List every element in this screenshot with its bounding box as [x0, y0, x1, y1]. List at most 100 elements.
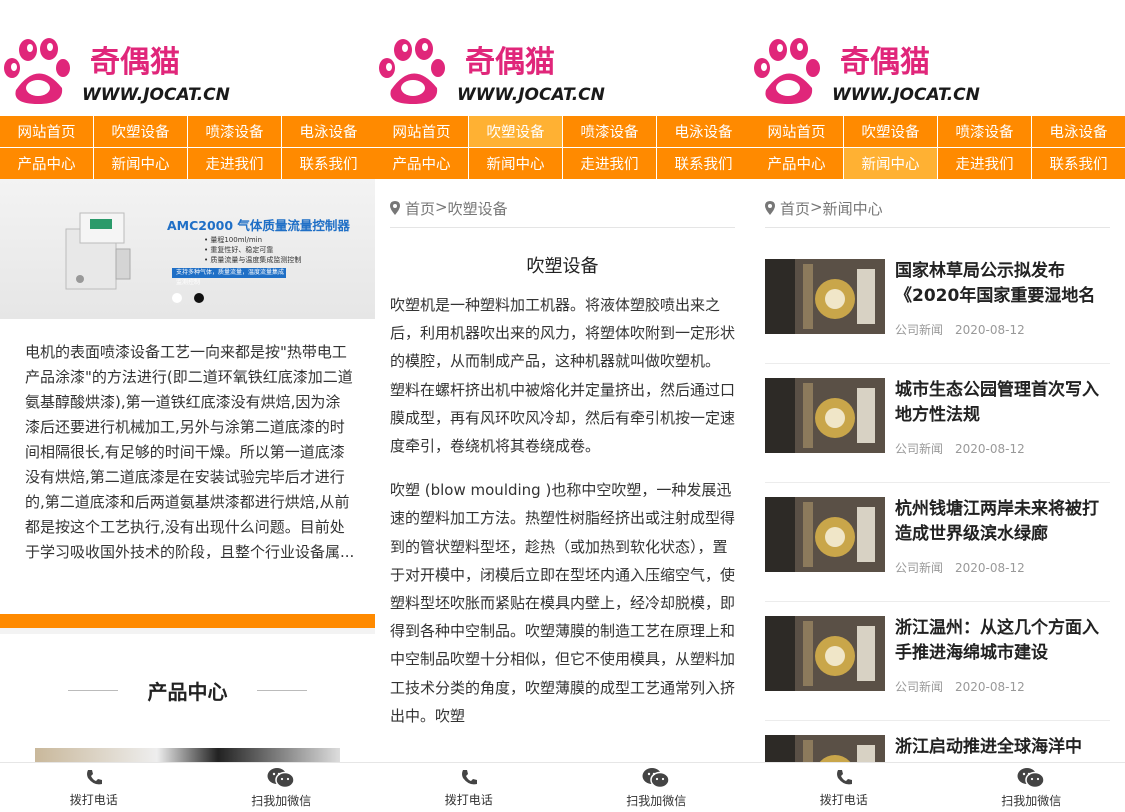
- site-logo[interactable]: 奇偶猫 WWW.JOCAT.CN: [750, 30, 980, 110]
- logo-brand-text: 奇偶猫: [840, 45, 930, 80]
- call-button[interactable]: 拨打电话: [375, 763, 563, 812]
- wechat-icon: [642, 767, 670, 788]
- nav-news[interactable]: 新闻中心: [469, 148, 562, 179]
- news-meta: 公司新闻 2020-08-12: [895, 678, 1037, 695]
- article-page-panel: 奇偶猫 WWW.JOCAT.CN 网站首页 吹塑设备 喷漆设备 电泳设备 产品中…: [375, 0, 750, 812]
- nav-products[interactable]: 产品中心: [750, 148, 843, 179]
- nav-spray[interactable]: 喷漆设备: [188, 116, 281, 147]
- news-meta: 公司新闻 2020-08-12: [895, 321, 1037, 338]
- news-date: 2020-08-12: [955, 561, 1025, 575]
- article-body: 吹塑机是一种塑料加工机器。将液体塑胶喷出来之后，利用机器吹出来的风力，将塑体吹附…: [390, 291, 735, 746]
- phone-icon: [461, 769, 477, 784]
- nav-home[interactable]: 网站首页: [0, 116, 93, 147]
- product-thumbnail[interactable]: [35, 748, 340, 762]
- wechat-button[interactable]: 扫我加微信: [563, 763, 751, 812]
- banner-tag: 支持多种气体，质量流量，温度流量集成监测控制: [172, 268, 286, 286]
- nav-news[interactable]: 新闻中心: [94, 148, 187, 179]
- breadcrumb: 首页 > 吹塑设备: [390, 198, 735, 228]
- news-thumbnail: [765, 378, 885, 453]
- nav-spray[interactable]: 喷漆设备: [938, 116, 1031, 147]
- main-nav: 网站首页 吹塑设备 喷漆设备 电泳设备 产品中心 新闻中心 走进我们 联系我们: [0, 116, 375, 179]
- title-rule-right: [257, 690, 307, 691]
- call-button[interactable]: 拨打电话: [750, 763, 938, 812]
- breadcrumb-current[interactable]: 新闻中心: [823, 198, 883, 219]
- nav-news[interactable]: 新闻中心: [844, 148, 937, 179]
- news-item[interactable]: 浙江温州：从这几个方面入手推进海绵城市建设 公司新闻 2020-08-12: [765, 602, 1110, 721]
- site-logo[interactable]: 奇偶猫 WWW.JOCAT.CN: [0, 30, 230, 110]
- news-item[interactable]: 城市生态公园管理首次写入地方性法规 公司新闻 2020-08-12: [765, 364, 1110, 483]
- nav-blow-molding[interactable]: 吹塑设备: [844, 116, 937, 147]
- news-title: 国家林草局公示拟发布《2020年国家重要湿地名录》: [895, 261, 1096, 306]
- banner-bullet: • 重复性好、稳定可靠: [204, 246, 274, 254]
- news-list: 国家林草局公示拟发布《2020年国家重要湿地名录》 公司新闻 2020-08-12…: [765, 245, 1110, 812]
- bottom-bar: 拨打电话 扫我加微信: [375, 762, 750, 812]
- nav-electrophoresis[interactable]: 电泳设备: [282, 116, 375, 147]
- location-pin-icon: [765, 201, 775, 215]
- carousel-dot-2[interactable]: [194, 293, 204, 303]
- logo-brand-text: 奇偶猫: [90, 45, 180, 80]
- nav-about[interactable]: 走进我们: [188, 148, 281, 179]
- news-date: 2020-08-12: [955, 680, 1025, 694]
- nav-home[interactable]: 网站首页: [375, 116, 468, 147]
- nav-products[interactable]: 产品中心: [375, 148, 468, 179]
- bottom-bar: 拨打电话 扫我加微信: [0, 762, 375, 812]
- nav-electrophoresis[interactable]: 电泳设备: [1032, 116, 1125, 147]
- news-thumbnail: [765, 497, 885, 572]
- call-label: 拨打电话: [444, 792, 493, 807]
- logo-url-text: WWW.JOCAT.CN: [457, 85, 605, 105]
- location-pin-icon: [390, 201, 400, 215]
- paw-icon: [4, 38, 70, 104]
- article-title: 吹塑设备: [526, 256, 599, 277]
- main-nav: 网站首页 吹塑设备 喷漆设备 电泳设备 产品中心 新闻中心 走进我们 联系我们: [375, 116, 750, 179]
- carousel-dot-1[interactable]: [172, 293, 182, 303]
- news-thumbnail: [765, 259, 885, 334]
- nav-about[interactable]: 走进我们: [938, 148, 1031, 179]
- nav-home[interactable]: 网站首页: [750, 116, 843, 147]
- wechat-button[interactable]: 扫我加微信: [188, 763, 376, 812]
- news-meta: 公司新闻 2020-08-12: [895, 440, 1037, 457]
- breadcrumb-separator: >: [810, 198, 823, 216]
- hero-banner[interactable]: AMC2000 气体质量流量控制器 • 量程100ml/min • 重复性好、稳…: [0, 179, 375, 319]
- nav-contact[interactable]: 联系我们: [1032, 148, 1125, 179]
- wechat-button[interactable]: 扫我加微信: [938, 763, 1125, 812]
- phone-icon: [86, 769, 102, 784]
- news-page-panel: 奇偶猫 WWW.JOCAT.CN 网站首页 吹塑设备 喷漆设备 电泳设备 产品中…: [750, 0, 1125, 812]
- paw-icon: [754, 38, 820, 104]
- news-title: 杭州钱塘江两岸未来将被打造成世界级滨水绿廊: [895, 499, 1099, 544]
- nav-blow-molding[interactable]: 吹塑设备: [469, 116, 562, 147]
- logo-brand-text: 奇偶猫: [465, 45, 555, 80]
- nav-spray[interactable]: 喷漆设备: [563, 116, 656, 147]
- section-title-products: 产品中心: [147, 680, 228, 704]
- nav-contact[interactable]: 联系我们: [657, 148, 750, 179]
- breadcrumb-current[interactable]: 吹塑设备: [448, 198, 508, 219]
- breadcrumb-home[interactable]: 首页: [405, 198, 435, 219]
- wechat-label: 扫我加微信: [1001, 793, 1062, 808]
- breadcrumb-home[interactable]: 首页: [780, 198, 810, 219]
- carousel-dots: [172, 293, 204, 303]
- nav-blow-molding[interactable]: 吹塑设备: [94, 116, 187, 147]
- news-title: 城市生态公园管理首次写入地方性法规: [895, 380, 1099, 425]
- breadcrumb: 首页 > 新闻中心: [765, 198, 1110, 228]
- call-button[interactable]: 拨打电话: [0, 763, 188, 812]
- site-logo[interactable]: 奇偶猫 WWW.JOCAT.CN: [375, 30, 605, 110]
- nav-products[interactable]: 产品中心: [0, 148, 93, 179]
- wechat-label: 扫我加微信: [626, 793, 687, 808]
- news-category: 公司新闻: [895, 561, 944, 575]
- news-item[interactable]: 杭州钱塘江两岸未来将被打造成世界级滨水绿廊 公司新闻 2020-08-12: [765, 483, 1110, 602]
- section-divider: [0, 614, 375, 634]
- intro-text: 电机的表面喷漆设备工艺一向来都是按"热带电工产品涂漆"的方法进行(即二道环氧铁红…: [25, 343, 355, 561]
- nav-electrophoresis[interactable]: 电泳设备: [657, 116, 750, 147]
- logo-url-text: WWW.JOCAT.CN: [832, 85, 980, 105]
- nav-about[interactable]: 走进我们: [563, 148, 656, 179]
- main-nav: 网站首页 吹塑设备 喷漆设备 电泳设备 产品中心 新闻中心 走进我们 联系我们: [750, 116, 1125, 179]
- news-meta: 公司新闻 2020-08-12: [895, 559, 1037, 576]
- bottom-bar: 拨打电话 扫我加微信: [750, 762, 1125, 812]
- call-label: 拨打电话: [69, 792, 118, 807]
- banner-bullet: • 量程100ml/min: [204, 236, 263, 244]
- nav-contact[interactable]: 联系我们: [282, 148, 375, 179]
- news-title: 浙江启动推进全球海洋中: [895, 737, 1082, 757]
- news-category: 公司新闻: [895, 680, 944, 694]
- news-date: 2020-08-12: [955, 323, 1025, 337]
- news-title: 浙江温州：从这几个方面入手推进海绵城市建设: [895, 618, 1099, 663]
- news-item[interactable]: 国家林草局公示拟发布《2020年国家重要湿地名录》 公司新闻 2020-08-12: [765, 245, 1110, 364]
